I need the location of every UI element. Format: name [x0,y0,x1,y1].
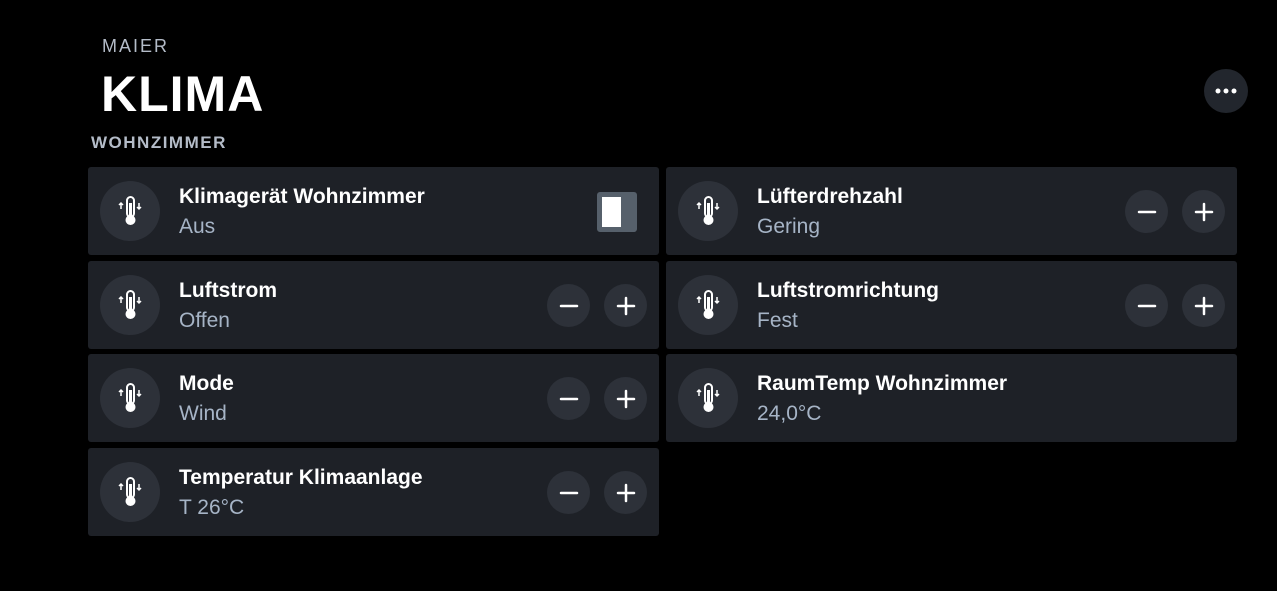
page-title: KLIMA [101,66,265,122]
device-state: Gering [757,215,821,238]
device-card-raumtemp: RaumTemp Wohnzimmer 24,0°C [666,354,1237,442]
page-subtitle: MAIER [102,36,170,56]
device-name: Luftstrom [179,279,277,302]
device-card-luefterdrehzahl: Lüfterdrehzahl Gering [666,167,1237,255]
minus-icon [559,397,578,400]
device-state: 24,0°C [757,402,822,425]
plus-icon [616,296,635,315]
thermometer-icon-wrap[interactable] [678,181,738,241]
device-name: Klimagerät Wohnzimmer [179,185,425,208]
device-state: T 26°C [179,496,245,519]
plus-icon [616,389,635,408]
increase-button[interactable] [604,471,647,514]
thermometer-icon [118,290,142,319]
plus-icon [616,483,635,502]
more-horizontal-icon [1215,88,1237,94]
increase-button[interactable] [604,377,647,420]
increase-button[interactable] [1182,190,1225,233]
increase-button[interactable] [604,284,647,327]
decrease-button[interactable] [547,284,590,327]
thermometer-icon [696,383,720,412]
section-label: WOHNZIMMER [91,133,227,152]
device-name: Mode [179,372,234,395]
thermometer-icon [118,196,142,225]
thermometer-icon-wrap[interactable] [678,368,738,428]
decrease-button[interactable] [1125,284,1168,327]
device-state: Aus [179,215,216,238]
device-card-luftstromrichtung: Luftstromrichtung Fest [666,261,1237,349]
thermometer-icon [696,196,720,225]
increase-button[interactable] [1182,284,1225,327]
climate-page: MAIER KLIMA WOHNZIMMER Klimagerät Wohnzi… [0,0,1277,591]
minus-icon [1137,304,1156,307]
thermometer-icon-wrap[interactable] [100,462,160,522]
device-state: Offen [179,309,230,332]
device-card-klimageraet: Klimagerät Wohnzimmer Aus [88,167,659,255]
device-card-mode: Mode Wind [88,354,659,442]
minus-icon [1137,210,1156,213]
decrease-button[interactable] [1125,190,1168,233]
thermometer-icon-wrap[interactable] [100,368,160,428]
thermometer-icon [696,290,720,319]
device-card-temperatur: Temperatur Klimaanlage T 26°C [88,448,659,536]
device-state: Wind [179,402,227,425]
device-card-luftstrom: Luftstrom Offen [88,261,659,349]
plus-icon [1194,296,1213,315]
power-toggle[interactable] [597,192,637,232]
toggle-knob [602,197,621,227]
decrease-button[interactable] [547,471,590,514]
decrease-button[interactable] [547,377,590,420]
plus-icon [1194,202,1213,221]
device-name: RaumTemp Wohnzimmer [757,372,1008,395]
minus-icon [559,491,578,494]
device-name: Luftstromrichtung [757,279,939,302]
thermometer-icon-wrap[interactable] [100,181,160,241]
thermometer-icon [118,383,142,412]
more-options-button[interactable] [1204,69,1248,113]
thermometer-icon-wrap[interactable] [678,275,738,335]
device-name: Temperatur Klimaanlage [179,466,423,489]
thermometer-icon [118,477,142,506]
minus-icon [559,304,578,307]
device-state: Fest [757,309,798,332]
device-name: Lüfterdrehzahl [757,185,903,208]
thermometer-icon-wrap[interactable] [100,275,160,335]
